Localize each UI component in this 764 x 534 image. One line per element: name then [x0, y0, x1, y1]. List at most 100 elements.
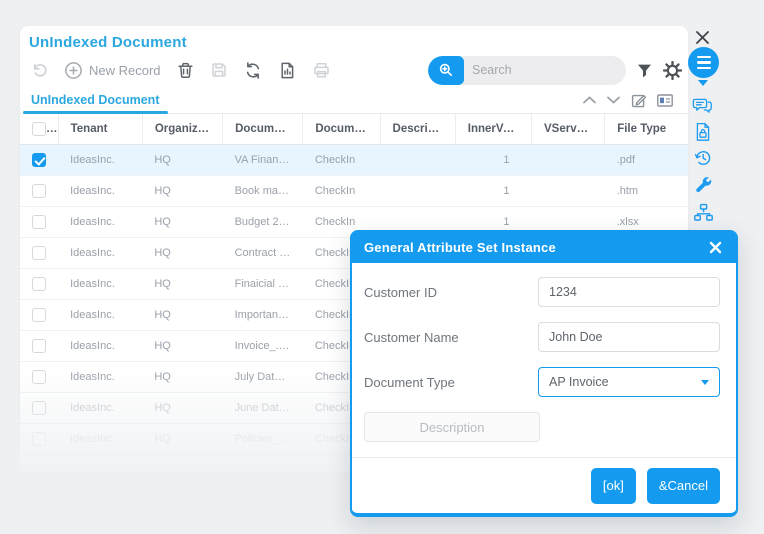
edit-record-button[interactable] [630, 92, 647, 109]
cell-document: Policies_.pdf_1... [223, 423, 303, 454]
refresh-button[interactable] [241, 59, 265, 82]
customer-id-label: Customer ID [364, 285, 538, 300]
close-icon [709, 241, 722, 254]
plus-circle-icon [64, 61, 83, 80]
search-input[interactable] [464, 63, 626, 77]
tab-bar: UnIndexed Document [20, 87, 688, 114]
toolbar: New Record [20, 53, 688, 87]
collapse-up-button[interactable] [582, 95, 597, 105]
cell-description [380, 175, 455, 206]
cell-organization: HQ [142, 268, 222, 299]
hamburger-icon [697, 56, 711, 69]
row-checkbox[interactable] [32, 277, 46, 291]
window-close-button[interactable] [694, 29, 711, 46]
cell-organization: HQ [142, 423, 222, 454]
cell-tenant: IdeasInc. [58, 392, 142, 423]
row-checkbox[interactable] [32, 401, 46, 415]
column-header-description[interactable]: Description [380, 114, 455, 144]
cell-organization: HQ [142, 330, 222, 361]
field-row-document-type: Document Type AP Invoice [364, 367, 720, 397]
cell-document: Book marked_... [223, 175, 303, 206]
title-bar: UnIndexed Document [20, 26, 688, 53]
comments-button[interactable] [692, 96, 713, 115]
tab-unindexed-document[interactable]: UnIndexed Document [21, 87, 170, 113]
collapse-down-button[interactable] [606, 95, 621, 105]
cell-organization: HQ [142, 299, 222, 330]
cell-tenant: IdeasInc. [58, 206, 142, 237]
row-checkbox[interactable] [32, 432, 46, 446]
row-checkbox[interactable] [32, 184, 46, 198]
document-type-label: Document Type [364, 375, 538, 390]
tab-label: UnIndexed Document [31, 93, 160, 107]
document-lock-button[interactable] [694, 122, 712, 142]
cell-organization: HQ [142, 361, 222, 392]
card-view-button[interactable] [656, 93, 674, 108]
delete-button[interactable] [174, 59, 197, 82]
card-view-icon [656, 93, 674, 108]
filter-button[interactable] [636, 62, 653, 79]
caret-down-icon[interactable] [698, 80, 708, 86]
chevron-down-icon [606, 95, 621, 105]
column-header-tenant[interactable]: Tenant [58, 114, 142, 144]
column-header-vserver-ip[interactable]: VServer IP [531, 114, 604, 144]
cell-document-status: CheckIn [303, 175, 380, 206]
cell-document: July Data_.xls... [223, 361, 303, 392]
cell-document: Budget 2020_... [223, 206, 303, 237]
document-type-value: AP Invoice [549, 375, 609, 389]
row-checkbox[interactable] [32, 308, 46, 322]
row-checkbox[interactable] [32, 339, 46, 353]
comments-icon [692, 96, 713, 115]
row-checkbox[interactable] [32, 246, 46, 260]
printer-icon [312, 61, 331, 80]
zoom-in-badge-icon[interactable] [428, 56, 464, 85]
document-type-select[interactable]: AP Invoice [538, 367, 720, 397]
cell-document: Finaicial year ... [223, 268, 303, 299]
row-checkbox[interactable] [32, 215, 46, 229]
cell-organization: HQ [142, 237, 222, 268]
save-icon [210, 61, 228, 79]
settings-button[interactable] [663, 61, 682, 80]
customer-name-label: Customer Name [364, 330, 538, 345]
new-record-button[interactable]: New Record [62, 59, 163, 82]
search-bar [428, 56, 626, 85]
gear-icon [663, 61, 682, 80]
cell-tenant: IdeasInc. [58, 268, 142, 299]
cell-organization: HQ [142, 206, 222, 237]
tab-tools [582, 92, 680, 109]
cancel-button[interactable]: &Cancel [647, 468, 720, 504]
cell-file-type: .htm [605, 175, 688, 206]
cell-document: June Data_.x... [223, 392, 303, 423]
customer-name-field[interactable] [538, 322, 720, 352]
select-all-checkbox[interactable] [32, 122, 46, 136]
cell-document: VA Financial R... [223, 144, 303, 175]
column-header-document[interactable]: Document [223, 114, 303, 144]
cell-inner-version: 1 [455, 175, 531, 206]
page-title: UnIndexed Document [29, 34, 678, 51]
cell-inner-version: 1 [455, 144, 531, 175]
undo-button[interactable] [29, 59, 51, 81]
export-document-button[interactable] [276, 59, 299, 82]
save-button[interactable] [208, 59, 230, 81]
ok-button[interactable]: [ok] [591, 468, 636, 504]
version-history-button[interactable] [693, 148, 713, 168]
table-row[interactable]: IdeasInc. HQ VA Financial R... CheckIn 1… [20, 144, 688, 175]
menu-button[interactable] [688, 47, 719, 78]
column-header-document-status[interactable]: Document S... [303, 114, 380, 144]
print-button[interactable] [310, 59, 333, 82]
modal-close-button[interactable] [707, 239, 724, 256]
table-row[interactable]: IdeasInc. HQ Book marked_... CheckIn 1 .… [20, 175, 688, 206]
row-checkbox[interactable] [32, 370, 46, 384]
field-row-customer-name: Customer Name [364, 322, 720, 352]
column-header-organization[interactable]: Organization [142, 114, 222, 144]
tools-button[interactable] [694, 175, 713, 194]
column-header-file-type[interactable]: File Type [605, 114, 688, 144]
trash-icon [176, 61, 195, 80]
field-row-customer-id: Customer ID [364, 277, 720, 307]
column-header-innerversion[interactable]: InnerVersion [455, 114, 531, 144]
customer-id-field[interactable] [538, 277, 720, 307]
description-button[interactable]: Description [364, 412, 540, 442]
row-checkbox[interactable] [32, 153, 46, 167]
org-chart-button[interactable] [693, 203, 714, 222]
cell-document: Contract with ... [223, 237, 303, 268]
modal-body: Customer ID Customer Name Document Type … [352, 277, 736, 442]
